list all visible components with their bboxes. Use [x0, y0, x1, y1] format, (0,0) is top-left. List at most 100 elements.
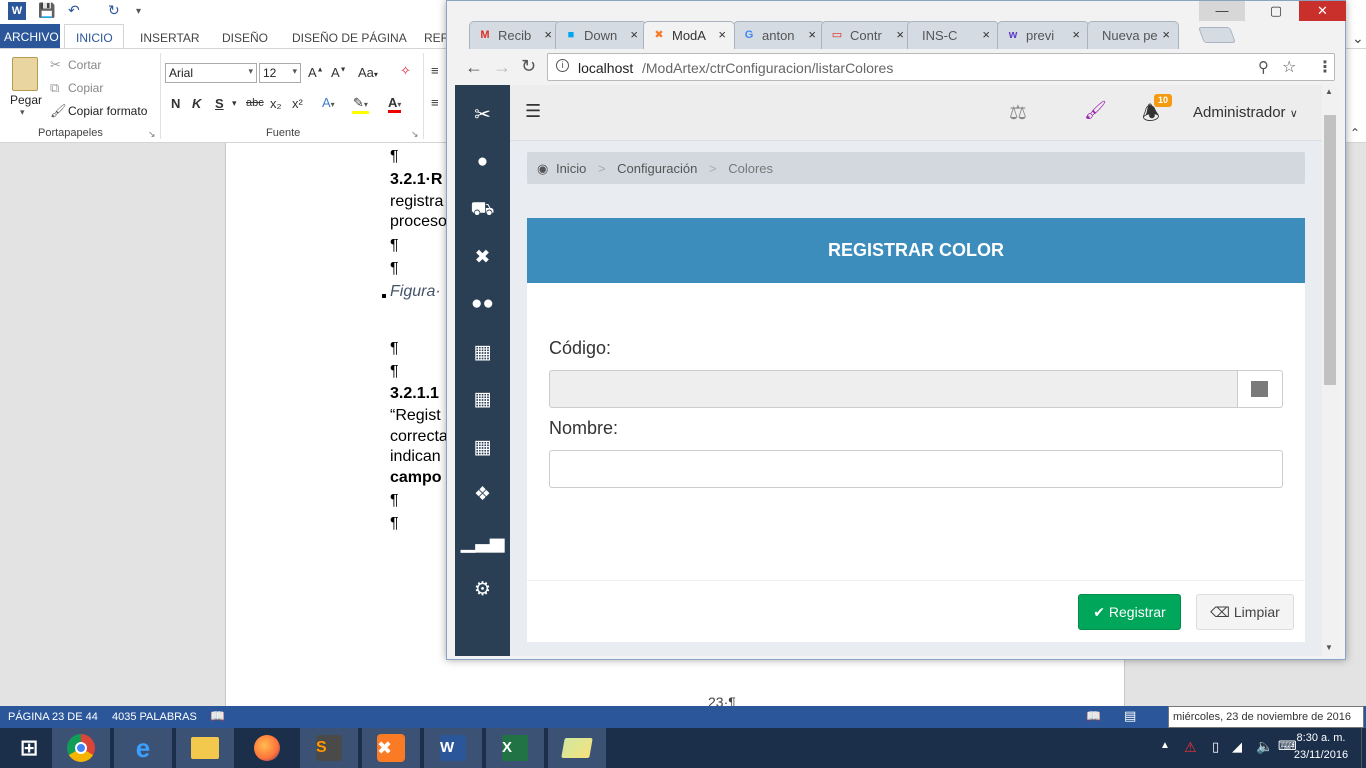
strikethrough-button[interactable]: abc	[246, 97, 264, 109]
close-icon[interactable]: ✕	[1299, 1, 1346, 21]
show-desktop-button[interactable]	[1361, 728, 1366, 768]
tab-close-icon[interactable]: ×	[1162, 27, 1170, 42]
puzzle-icon[interactable]: ✖	[455, 246, 510, 269]
ribbon-collapse-icon[interactable]: ⌄	[1352, 30, 1364, 47]
word-icon[interactable]: W	[424, 728, 482, 768]
minimize-icon[interactable]: —	[1199, 1, 1245, 21]
align-left-icon[interactable]: ≡	[431, 95, 439, 110]
wifi-icon[interactable]: ◢	[1232, 739, 1242, 755]
calendar-icon[interactable]: ▦	[455, 388, 510, 411]
breadcrumb-inicio[interactable]: Inicio	[556, 161, 586, 176]
code-input[interactable]	[549, 370, 1238, 408]
zoom-icon[interactable]: ⚲	[1258, 58, 1269, 76]
tab-close-icon[interactable]: ×	[808, 27, 816, 42]
scrollbar-thumb[interactable]	[1324, 115, 1336, 385]
chrome-icon[interactable]	[52, 728, 110, 768]
user-icon[interactable]: ●	[455, 151, 510, 173]
word-count[interactable]: 4035 PALABRAS	[112, 711, 197, 723]
browser-tab[interactable]: Ganton ×	[733, 21, 825, 49]
paste-dropdown-icon[interactable]: ▾	[20, 107, 25, 118]
volume-icon[interactable]: 🔈	[1256, 738, 1273, 755]
proofing-icon[interactable]: 📖	[210, 709, 225, 723]
highlight-icon[interactable]: ✎▾	[352, 95, 369, 114]
back-icon[interactable]: ←	[465, 57, 483, 78]
read-mode-icon[interactable]: 📖	[1086, 709, 1101, 723]
scroll-up-icon[interactable]: ▲	[1325, 87, 1333, 96]
new-tab-button[interactable]	[1198, 27, 1236, 43]
dropbox-icon[interactable]: ❖	[455, 483, 510, 506]
menu-toggle-icon[interactable]: ☰	[525, 101, 541, 122]
balance-scale-icon[interactable]: ⚖	[1009, 100, 1027, 125]
breadcrumb-configuracion[interactable]: Configuración	[617, 161, 697, 176]
tab-inicio[interactable]: INICIO	[64, 24, 124, 49]
paintbrush-icon[interactable]: 🖌	[1084, 100, 1107, 121]
maximize-icon[interactable]: ▢	[1253, 1, 1299, 21]
scissors-icon[interactable]: ✂	[455, 102, 510, 127]
shrink-font-icon[interactable]: A▼	[331, 65, 347, 80]
subscript-button[interactable]: x₂	[270, 96, 282, 111]
font-family-select[interactable]: Arial ▾	[165, 63, 257, 83]
print-layout-icon[interactable]: ▤	[1124, 708, 1136, 724]
user-menu[interactable]: Administrador ∨	[1193, 104, 1298, 121]
grow-font-icon[interactable]: A▲	[308, 65, 324, 80]
sublime-icon[interactable]: S	[300, 728, 358, 768]
ribbon-expand-icon[interactable]: ⌃	[1350, 126, 1360, 140]
clear-button[interactable]: ⌫ Limpiar	[1196, 594, 1294, 630]
browser-menu-icon[interactable]: ⋮	[1317, 57, 1333, 77]
register-button[interactable]: ✔ Registrar	[1078, 594, 1181, 630]
change-case-button[interactable]: Aa▾	[358, 65, 378, 80]
address-bar[interactable]: i localhost /ModArtex/ctrConfiguracion/l…	[547, 53, 1335, 81]
paste-button[interactable]: Pegar	[10, 93, 42, 107]
tab-insertar[interactable]: INSERTAR	[140, 31, 200, 45]
browser-tab[interactable]: Nueva pe ×	[1087, 21, 1179, 49]
underline-button[interactable]: S	[215, 96, 224, 111]
tab-close-icon[interactable]: ×	[1072, 27, 1080, 42]
bookmark-star-icon[interactable]: ☆	[1282, 57, 1296, 77]
excel-icon[interactable]: X	[486, 728, 544, 768]
save-icon[interactable]: 💾	[38, 2, 55, 19]
format-painter-button[interactable]: Copiar formato	[68, 104, 147, 118]
truck-icon[interactable]: ⛟	[455, 199, 510, 223]
calculator-icon[interactable]: ▦	[455, 341, 510, 364]
ie-icon[interactable]: e	[114, 728, 172, 768]
clock-time[interactable]: 8:30 a. m.	[1290, 732, 1352, 744]
browser-tab[interactable]: INS-C ×	[907, 21, 999, 49]
cut-button[interactable]: Cortar	[68, 58, 101, 72]
windows-start-icon[interactable]: ⊞	[0, 728, 58, 768]
paste-icon[interactable]	[12, 57, 38, 91]
color-picker-addon[interactable]	[1237, 370, 1283, 408]
customize-toolbar-icon[interactable]: ▾	[136, 6, 141, 17]
bold-button[interactable]: N	[171, 96, 180, 111]
bullets-icon[interactable]: ≡	[431, 63, 439, 78]
folder-icon[interactable]	[548, 728, 606, 768]
network-warning-icon[interactable]: ⚠	[1184, 739, 1197, 756]
font-launcher-icon[interactable]: ↘	[411, 129, 419, 140]
page-count[interactable]: PÁGINA 23 DE 44	[8, 711, 98, 723]
browser-tab[interactable]: M Recib ×	[469, 21, 561, 49]
users-icon[interactable]: ●●	[455, 293, 510, 315]
tab-archivo[interactable]: ARCHIVO	[0, 24, 60, 48]
word-app-icon[interactable]: W	[8, 2, 26, 20]
tab-close-icon[interactable]: ×	[718, 27, 726, 42]
font-size-select[interactable]: 12 ▾	[259, 63, 301, 83]
tab-close-icon[interactable]: ×	[982, 27, 990, 42]
reload-icon[interactable]: ↻	[521, 56, 536, 77]
browser-tab[interactable]: ■ Down ×	[555, 21, 647, 49]
xampp-icon[interactable]: ✖	[362, 728, 420, 768]
signal-icon[interactable]: ▁▃▅	[455, 531, 510, 554]
firefox-icon[interactable]	[238, 728, 296, 768]
tab-close-icon[interactable]: ×	[630, 27, 638, 42]
name-input[interactable]	[549, 450, 1283, 488]
show-hidden-icons[interactable]: ▲	[1160, 740, 1170, 751]
tab-close-icon[interactable]: ×	[544, 27, 552, 42]
calendar-alt-icon[interactable]: ▦	[455, 436, 510, 459]
font-color-icon[interactable]: A▾	[388, 95, 402, 113]
italic-button[interactable]: K	[192, 96, 201, 111]
underline-dropdown-icon[interactable]: ▾	[232, 98, 237, 109]
browser-tab[interactable]: w previ ×	[997, 21, 1089, 49]
tab-close-icon[interactable]: ×	[896, 27, 904, 42]
undo-icon[interactable]: ↶	[68, 2, 80, 19]
superscript-button[interactable]: x²	[292, 96, 303, 111]
battery-icon[interactable]: ▯	[1212, 739, 1219, 755]
copy-button[interactable]: Copiar	[68, 81, 103, 95]
